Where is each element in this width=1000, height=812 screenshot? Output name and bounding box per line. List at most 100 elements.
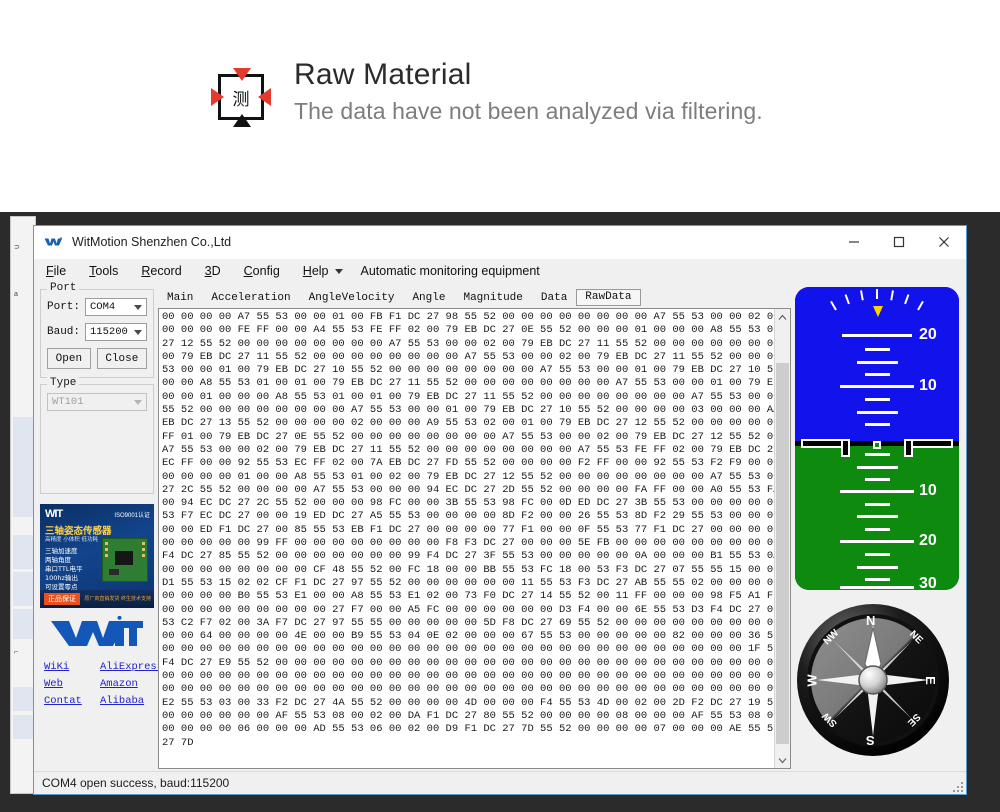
aircraft-symbol-center (873, 441, 881, 449)
link-amazon[interactable]: Amazon (100, 678, 163, 690)
desktop-backdrop: ⊃ a ⌐ WitMotion Shenzhen Co.,Ltd File To… (0, 212, 1000, 812)
device-type-select[interactable]: WT101 (47, 393, 147, 411)
rawdata-textarea[interactable]: 00 00 00 00 A7 55 53 00 00 01 00 FB F1 D… (159, 309, 774, 768)
window-body: Port Port: COM4 Baud: 115200 Open Close … (34, 282, 966, 771)
tab-anglevelocity[interactable]: AngleVelocity (300, 291, 404, 306)
window-title: WitMotion Shenzhen Co.,Ltd (72, 235, 232, 249)
ad-iso-badge: ISO9001认证 (114, 513, 150, 519)
rawdata-panel: 00 00 00 00 A7 55 53 00 00 01 00 FB F1 D… (158, 308, 791, 769)
port-label: Port: (47, 301, 81, 313)
menu-tools[interactable]: Tools (89, 264, 118, 278)
product-ad-banner[interactable]: WIT ISO9001认证 三轴姿态传感器 高精度 小体积 低功耗 三轴加速度 … (40, 504, 154, 608)
ad-guarantee-tag: 正品保证 (44, 593, 80, 605)
menu-3d-rest: D (211, 264, 221, 278)
link-alibaba[interactable]: Alibaba (100, 695, 163, 707)
menu-help[interactable]: Help (303, 264, 343, 278)
banner-text-block: Raw Material The data have not been anal… (294, 58, 763, 126)
compass-label-w: W (804, 674, 820, 687)
menu-config[interactable]: Config (244, 264, 280, 278)
aircraft-symbol-right-hook (904, 439, 913, 457)
chevron-down-icon (134, 330, 142, 335)
statusbar: COM4 open success, baud:115200 (34, 771, 966, 794)
menu-tools-rest: ools (95, 264, 119, 278)
baud-select[interactable]: 115200 (85, 323, 147, 341)
port-select-value: COM4 (90, 301, 116, 313)
center-panel: Main Acceleration AngleVelocity Angle Ma… (156, 283, 791, 771)
bank-pointer-icon (873, 306, 883, 317)
compass-rose: N NE E SE S SW W NW (795, 602, 951, 758)
minimize-button[interactable] (831, 227, 876, 257)
pitch-label-ground-30: 30 (919, 575, 937, 590)
port-select[interactable]: COM4 (85, 298, 147, 316)
wit-logo-large-icon (51, 615, 143, 646)
sensor-module-image (102, 538, 148, 582)
attitude-indicator: 20 10 10 20 30 (795, 287, 959, 590)
menu-config-rest: onfig (252, 264, 280, 278)
open-button[interactable]: Open (47, 348, 91, 369)
chevron-down-icon (134, 305, 142, 310)
witmotion-app-window: WitMotion Shenzhen Co.,Ltd File Tools Re… (33, 225, 967, 795)
close-button[interactable] (921, 227, 966, 257)
port-buttons: Open Close (47, 348, 148, 369)
link-wiki[interactable]: WiKi (44, 661, 94, 673)
chevron-down-icon (134, 400, 142, 405)
type-group: Type WT101 (40, 377, 154, 494)
menubar: File Tools Record 3D Config Help Automat… (34, 259, 966, 283)
maximize-button[interactable] (876, 227, 921, 257)
ad-brand: WIT (45, 508, 63, 520)
tab-acceleration[interactable]: Acceleration (202, 291, 299, 306)
wit-logo-block (40, 615, 154, 655)
arrow-up-icon (233, 114, 251, 127)
menu-record[interactable]: Record (141, 264, 181, 278)
scroll-up-arrow-icon[interactable] (775, 309, 790, 325)
ad-support-tag: 原厂商直销发货 终生技术支持 (84, 596, 151, 602)
baud-row: Baud: 115200 (47, 323, 147, 341)
status-text: COM4 open success, baud:115200 (42, 776, 230, 790)
tabstrip: Main Acceleration AngleVelocity Angle Ma… (158, 287, 791, 306)
banner-title: Raw Material (294, 58, 472, 91)
menu-file[interactable]: File (46, 264, 66, 278)
chevron-down-icon (334, 268, 343, 274)
scroll-down-arrow-icon[interactable] (775, 752, 790, 768)
scrollbar-thumb[interactable] (776, 363, 789, 744)
scrollbar-track[interactable] (775, 325, 790, 752)
close-button-port[interactable]: Close (96, 348, 148, 369)
aircraft-symbol-right (907, 439, 953, 448)
baud-select-value: 115200 (90, 326, 128, 338)
link-web[interactable]: Web (44, 678, 94, 690)
tab-angle[interactable]: Angle (403, 291, 454, 306)
link-contact[interactable]: Contat (44, 695, 94, 707)
left-side-panel: Port Port: COM4 Baud: 115200 Open Close … (38, 282, 163, 771)
banner-subtitle: The data have not been analyzed via filt… (294, 97, 763, 124)
device-type-value: WT101 (52, 396, 84, 408)
instrument-panel: 20 10 10 20 30 N NE E SE S SW W NW (791, 283, 963, 771)
menu-file-rest: ile (53, 264, 67, 278)
port-group: Port Port: COM4 Baud: 115200 Open Close (40, 282, 154, 378)
port-row: Port: COM4 (47, 298, 147, 316)
port-group-title: Port (47, 282, 80, 294)
menu-automatic-monitoring-equipment[interactable]: Automatic monitoring equipment (361, 264, 540, 278)
compass-label-s: S (866, 733, 875, 748)
link-aliexpress[interactable]: AliExpress (100, 661, 163, 673)
measure-box-icon: 测 (210, 66, 272, 128)
menu-3d[interactable]: 3D (205, 264, 221, 278)
wit-logo-icon (44, 237, 62, 246)
menu-record-rest: ecord (150, 264, 182, 278)
type-group-title: Type (47, 377, 80, 389)
pitch-label-ground-10: 10 (919, 482, 937, 499)
pitch-label-ground-20: 20 (919, 532, 937, 549)
tab-data[interactable]: Data (532, 291, 576, 306)
pitch-label-sky-10: 10 (919, 377, 937, 394)
baud-label: Baud: (47, 326, 81, 338)
tab-main[interactable]: Main (158, 291, 202, 306)
ad-footer: 正品保证 原厂商直销发货 终生技术支持 (40, 590, 154, 608)
ad-subheadline: 高精度 小体积 低功耗 (45, 537, 98, 543)
rawdata-scrollbar[interactable] (774, 309, 790, 768)
tab-rawdata[interactable]: RawData (576, 289, 641, 306)
tab-magnitude[interactable]: Magnitude (454, 291, 531, 306)
links-grid: WiKi AliExpress Web Amazon Contat Alibab… (44, 661, 163, 707)
compass-label-e: E (922, 676, 938, 685)
window-titlebar[interactable]: WitMotion Shenzhen Co.,Ltd (34, 226, 966, 259)
resize-grip[interactable] (951, 780, 963, 792)
banner-content: 测 Raw Material The data have not been an… (210, 58, 763, 128)
